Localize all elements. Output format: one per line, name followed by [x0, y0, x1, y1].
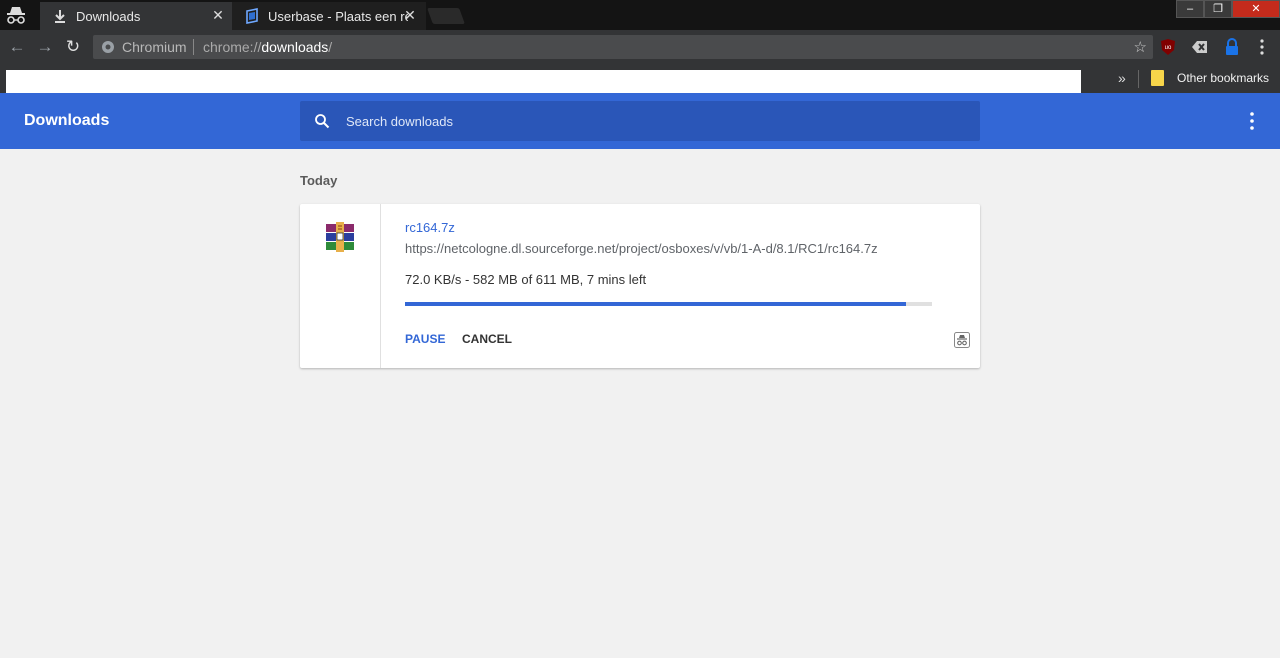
window-controls: ‒ ❐ ✕	[1176, 0, 1280, 18]
browser-menu-icon[interactable]	[1253, 38, 1271, 56]
tab-userbase[interactable]: Userbase - Plaats een rea ✕	[232, 2, 426, 30]
bookmarks-divider	[1138, 70, 1139, 88]
maximize-button[interactable]: ❐	[1204, 0, 1232, 18]
tab-title: Userbase - Plaats een rea	[268, 8, 408, 24]
download-icon	[52, 8, 68, 24]
cancel-button[interactable]: CANCEL	[462, 332, 512, 346]
folder-icon	[1151, 70, 1164, 86]
other-bookmarks-button[interactable]: Other bookmarks	[1177, 71, 1269, 85]
chromium-icon	[102, 41, 114, 53]
lock-icon[interactable]	[1223, 38, 1241, 56]
search-icon	[315, 114, 330, 129]
close-window-button[interactable]: ✕	[1232, 0, 1280, 18]
download-status: 72.0 KB/s - 582 MB of 611 MB, 7 mins lef…	[405, 272, 647, 287]
clear-extension-icon[interactable]	[1191, 38, 1209, 56]
page-title: Downloads	[24, 112, 110, 129]
bookmarks-overflow-button[interactable]: »	[1118, 70, 1126, 86]
bookmarks-area	[6, 70, 1081, 93]
site-chip[interactable]: Chromium	[101, 39, 187, 55]
close-tab-icon[interactable]: ✕	[210, 7, 226, 23]
userbase-favicon-icon	[244, 8, 260, 24]
ublock-origin-icon[interactable]: uo	[1159, 38, 1177, 56]
url-text[interactable]: chrome://downloads/	[203, 39, 332, 55]
file-name-link[interactable]: rc164.7z	[405, 220, 455, 235]
reload-icon[interactable]: ↻	[64, 38, 82, 56]
incognito-icon	[7, 7, 25, 24]
tab-title: Downloads	[76, 8, 141, 24]
download-icon-area	[300, 204, 381, 368]
bookmark-star-icon[interactable]: ☆	[1134, 38, 1147, 56]
svg-text:uo: uo	[1165, 45, 1172, 51]
forward-arrow-icon[interactable]: →	[36, 38, 54, 56]
progress-bar	[405, 302, 932, 306]
incognito-badge-icon	[954, 332, 970, 348]
download-item: rc164.7z https://netcologne.dl.sourcefor…	[300, 204, 980, 368]
progress-fill	[405, 302, 906, 306]
close-tab-icon[interactable]: ✕	[402, 7, 418, 23]
title-bar: Downloads ✕ Userbase - Plaats een rea ✕ …	[0, 0, 1280, 30]
address-divider	[193, 39, 194, 55]
new-tab-button[interactable]	[427, 8, 465, 24]
search-box[interactable]	[300, 101, 980, 141]
site-label: Chromium	[122, 39, 187, 55]
search-input[interactable]	[346, 101, 966, 141]
source-url[interactable]: https://netcologne.dl.sourceforge.net/pr…	[405, 241, 878, 256]
back-arrow-icon[interactable]: ←	[8, 38, 26, 56]
more-options-icon[interactable]	[1244, 111, 1260, 131]
date-heading: Today	[300, 173, 338, 188]
tab-downloads[interactable]: Downloads ✕	[40, 2, 234, 30]
address-bar[interactable]: Chromium chrome://downloads/ ☆	[93, 35, 1153, 59]
downloads-header: Downloads	[0, 93, 1280, 149]
minimize-button[interactable]: ‒	[1176, 0, 1204, 18]
winrar-archive-icon	[326, 222, 354, 252]
pause-button[interactable]: PAUSE	[405, 332, 445, 346]
